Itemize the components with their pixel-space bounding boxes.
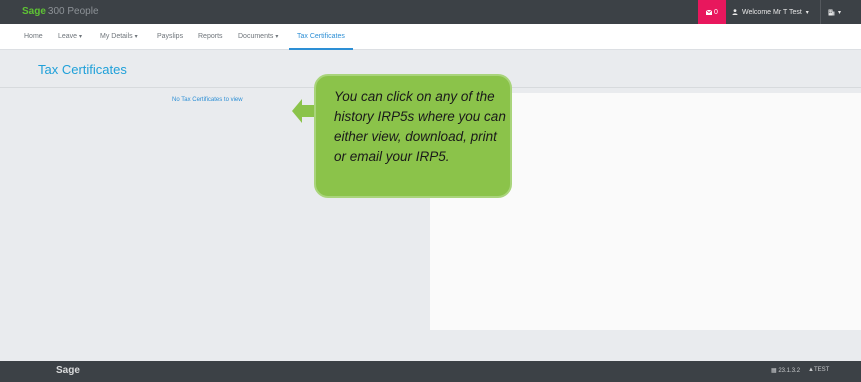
building-icon: [828, 9, 835, 15]
notifications-button[interactable]: 0: [698, 0, 726, 24]
brand-logo[interactable]: Sage 300 People: [22, 6, 99, 18]
nav-item-my-details[interactable]: My Details ▾: [100, 24, 138, 50]
chevron-down-icon: ▾: [805, 9, 809, 16]
nav-item-home[interactable]: Home: [24, 24, 43, 50]
nav-item-label: Tax Certificates: [297, 33, 345, 40]
nav-item-payslips[interactable]: Payslips: [157, 24, 183, 50]
user-menu[interactable]: Welcome Mr T Test ▾: [732, 0, 809, 24]
server-icon: ▦: [771, 368, 777, 374]
nav-item-tax-certificates[interactable]: Tax Certificates: [289, 24, 353, 50]
footer-environment: ▲TEST: [808, 367, 829, 373]
version-label: 23.1.3.2: [778, 368, 801, 374]
footer-version: ▦ 23.1.3.2: [771, 367, 800, 374]
chevron-down-icon: ▾: [79, 34, 83, 40]
nav-item-label: My Details: [100, 33, 133, 40]
nav-item-label: Payslips: [157, 33, 184, 40]
welcome-label: Welcome Mr T Test: [742, 8, 802, 16]
top-bar: Sage 300 People 0 Welcome Mr T Test ▾ ▾: [0, 0, 861, 24]
help-callout: You can click on any of the history IRP5…: [314, 74, 512, 198]
nav-item-label: Reports: [198, 33, 223, 40]
company-menu[interactable]: ▾: [828, 0, 841, 24]
main-nav: Home Leave ▾ My Details ▾ Payslips Repor…: [0, 24, 861, 50]
chevron-down-icon: ▾: [275, 34, 279, 40]
page-title: Tax Certificates: [38, 62, 127, 77]
content-bottom: [0, 330, 861, 361]
environment-label: TEST: [813, 367, 830, 373]
nav-item-label: Home: [24, 33, 43, 40]
product-name: 300 People: [47, 6, 99, 17]
topbar-divider: [820, 0, 821, 24]
nav-item-reports[interactable]: Reports: [198, 24, 223, 50]
chevron-down-icon: ▾: [134, 34, 138, 40]
person-icon: [732, 9, 738, 15]
footer: Sage ▦ 23.1.3.2 ▲TEST: [0, 361, 861, 382]
envelope-icon: [706, 9, 713, 15]
notification-count: 0: [714, 8, 718, 16]
nav-item-leave[interactable]: Leave ▾: [58, 24, 82, 50]
active-tab-indicator: [289, 48, 353, 50]
nav-item-documents[interactable]: Documents ▾: [238, 24, 278, 50]
nav-item-label: Documents: [238, 33, 274, 40]
sage-logo: Sage: [22, 6, 46, 17]
footer-logo: Sage: [56, 365, 80, 376]
empty-state-message[interactable]: No Tax Certificates to view: [172, 97, 243, 103]
callout-text: You can click on any of the history IRP5…: [334, 89, 506, 164]
chevron-down-icon: ▾: [838, 9, 842, 16]
nav-item-label: Leave: [58, 33, 78, 40]
